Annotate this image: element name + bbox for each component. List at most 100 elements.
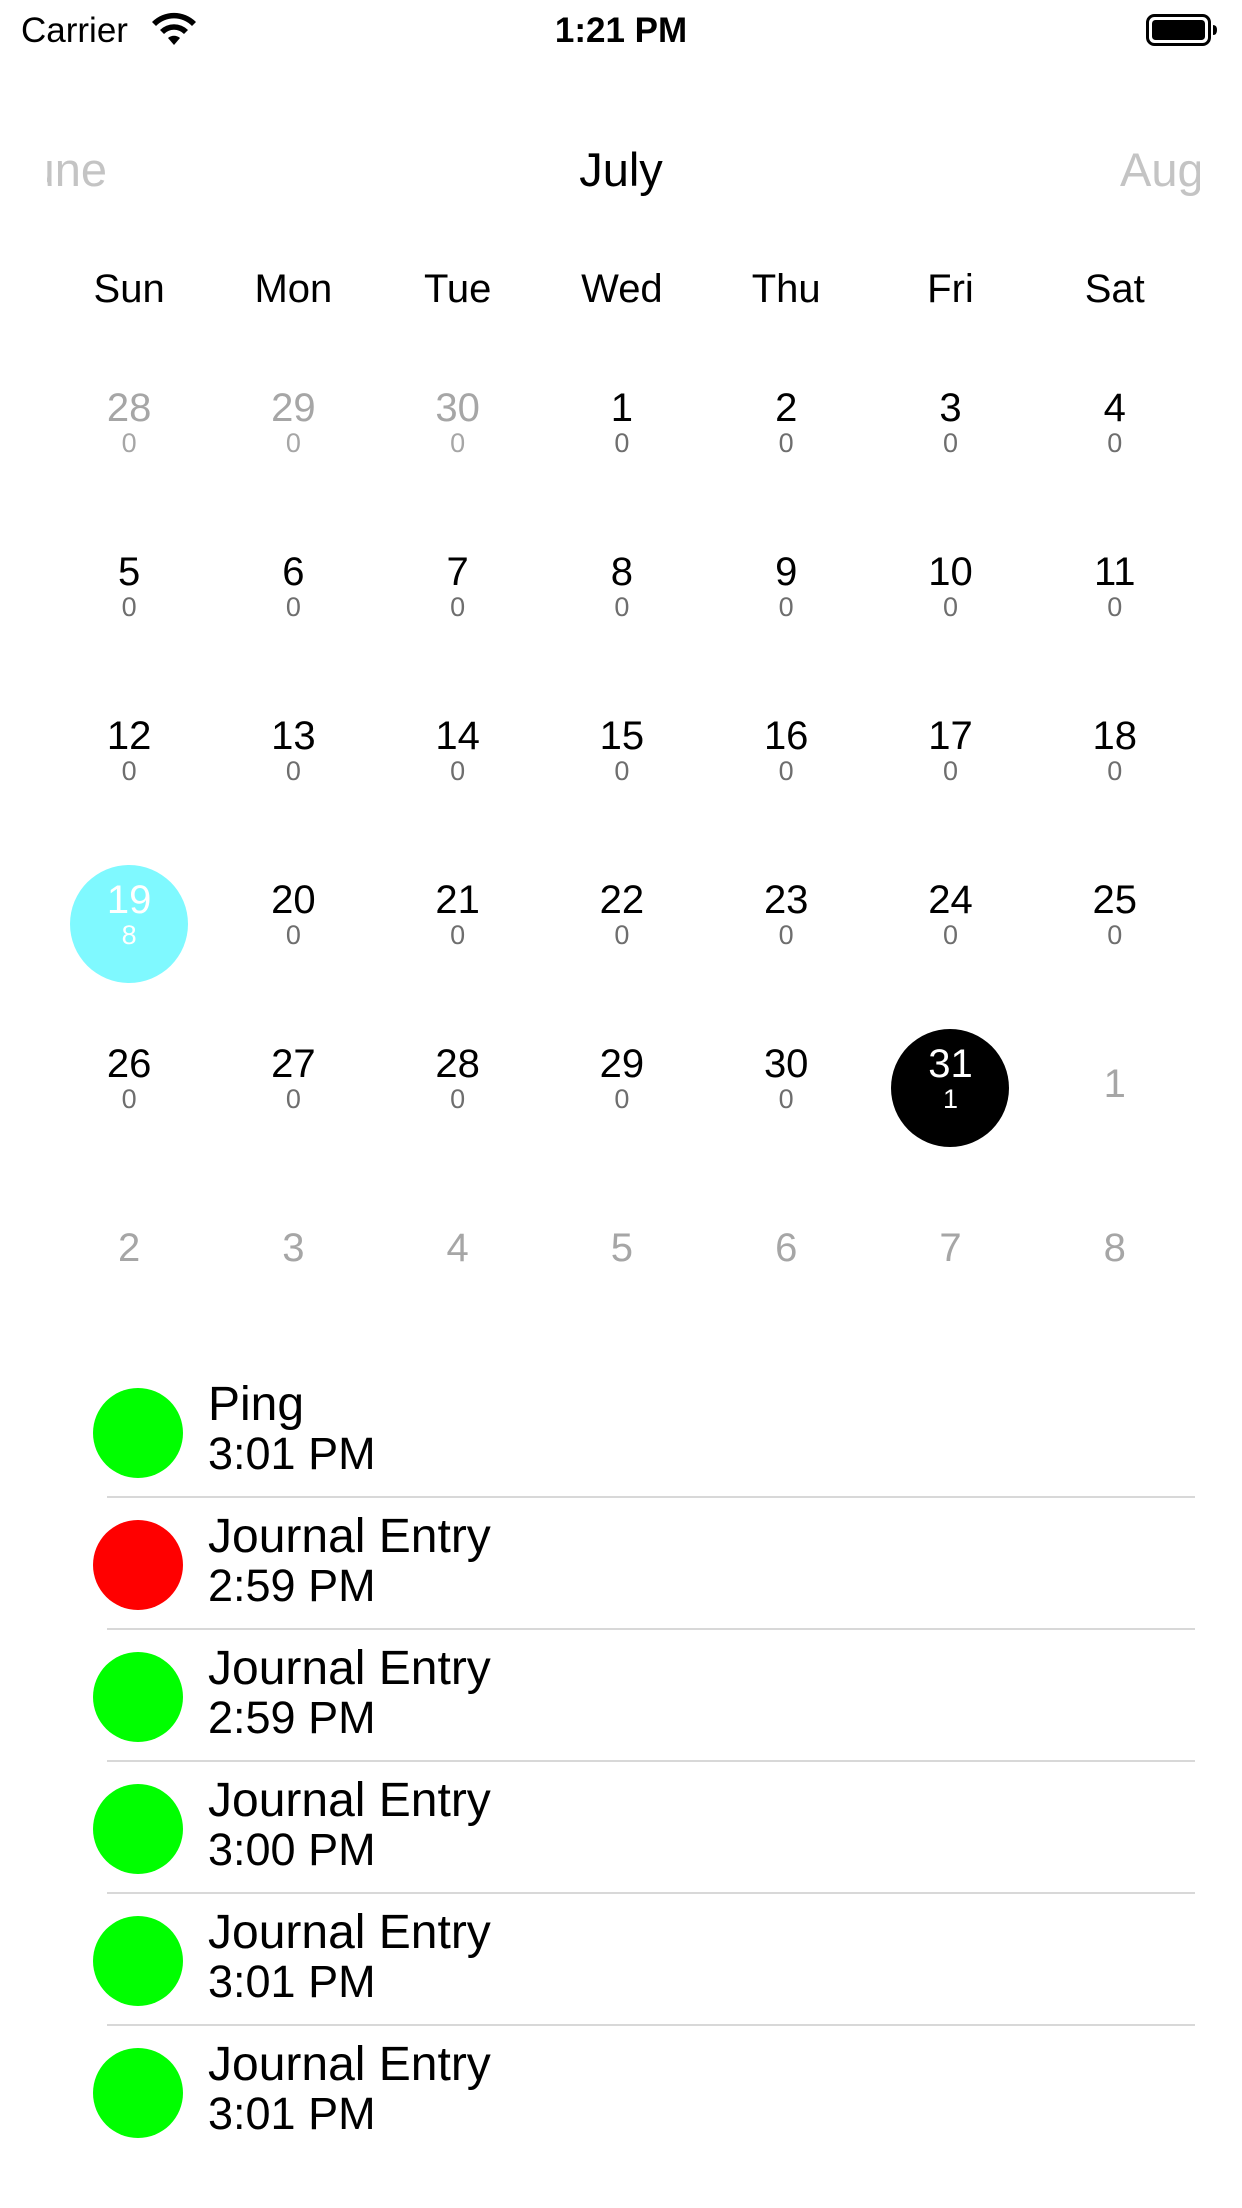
day-entry-count: 0 <box>121 1084 137 1114</box>
calendar-week: 19 8 20 0 21 0 22 0 23 0 24 0 25 0 <box>47 842 1197 1006</box>
status-dot-icon <box>93 1652 183 1742</box>
event-row[interactable]: Journal Entry 3:01 PM <box>0 2026 1242 2150</box>
day-entry-count: 0 <box>614 920 630 950</box>
calendar-day[interactable]: 50 <box>47 514 211 678</box>
calendar-day[interactable]: 11 0 <box>1033 514 1197 678</box>
calendar-day[interactable]: 29 0 <box>211 350 375 514</box>
calendar-day-selected[interactable]: 31 1 <box>868 1006 1032 1170</box>
day-number: 10 <box>928 550 973 594</box>
next-month-label[interactable]: August <box>1120 140 1200 200</box>
calendar-day[interactable]: 5 <box>540 1170 704 1334</box>
day-number: 1 <box>610 386 634 430</box>
battery-icon <box>1146 14 1217 46</box>
day-number: 6 <box>282 550 305 594</box>
event-row[interactable]: Journal Entry 2:59 PM <box>0 1498 1242 1630</box>
calendar-day[interactable]: 2 <box>47 1170 211 1334</box>
event-row[interactable]: Ping 3:01 PM <box>0 1366 1242 1498</box>
calendar-day[interactable]: 4 <box>376 1170 540 1334</box>
day-number: 12 <box>106 714 152 758</box>
calendar-day[interactable]: 21 0 <box>376 842 540 1006</box>
status-dot-icon <box>93 1520 183 1610</box>
day-entry-count: 0 <box>614 592 630 622</box>
calendar-day[interactable]: 7 <box>868 1170 1032 1334</box>
event-title: Journal Entry <box>208 2038 491 2091</box>
calendar-week: 12 0 13 0 14 0 15 0 16 0 17 0 18 0 <box>47 678 1197 842</box>
day-entry-count: 0 <box>285 428 301 458</box>
day-number: 3 <box>282 1226 305 1270</box>
day-number: 2 <box>118 1226 141 1270</box>
day-number: 30 <box>435 386 480 430</box>
calendar-day[interactable]: 24 0 <box>868 842 1032 1006</box>
day-entry-count: 0 <box>614 428 630 458</box>
weekday-tue: Tue <box>423 267 492 311</box>
day-entry-count: 0 <box>778 428 794 458</box>
day-number: 27 <box>271 1042 316 1086</box>
calendar-day[interactable]: 12 0 <box>47 678 211 842</box>
calendar-day-selected[interactable]: 19 8 <box>47 842 211 1006</box>
status-dot-icon <box>93 2048 183 2138</box>
day-number: 28 <box>106 386 152 430</box>
day-entry-count: 0 <box>778 920 794 950</box>
day-entry-count: 0 <box>942 756 958 786</box>
calendar-day[interactable]: 15 0 <box>540 678 704 842</box>
calendar-day[interactable]: 14 0 <box>376 678 540 842</box>
calendar-day[interactable]: 26 0 <box>47 1006 211 1170</box>
event-title: Journal Entry <box>208 1774 491 1827</box>
calendar-day[interactable]: 6 <box>704 1170 868 1334</box>
calendar-day[interactable]: 27 0 <box>211 1006 375 1170</box>
calendar-day[interactable]: 28 0 <box>47 350 211 514</box>
calendar-day[interactable]: 1 <box>1033 1006 1197 1170</box>
day-number: 9 <box>775 550 798 594</box>
day-number: 22 <box>599 878 645 922</box>
day-number: 19 <box>106 878 152 922</box>
day-entry-count: 0 <box>942 592 958 622</box>
calendar-day[interactable]: 10 0 <box>868 514 1032 678</box>
calendar-day[interactable]: 23 0 <box>704 842 868 1006</box>
calendar-day[interactable]: 20 0 <box>211 842 375 1006</box>
calendar-day[interactable]: 17 0 <box>868 678 1032 842</box>
event-row[interactable]: Journal Entry 2:59 PM <box>0 1630 1242 1762</box>
calendar-day[interactable]: 40 <box>1033 350 1197 514</box>
event-time: 2:59 PM <box>208 1560 376 1611</box>
calendar-day[interactable]: 28 0 <box>376 1006 540 1170</box>
calendar-day[interactable]: 60 <box>211 514 375 678</box>
calendar-day[interactable]: 8 <box>1033 1170 1197 1334</box>
event-row[interactable]: Journal Entry 3:01 PM <box>0 1894 1242 2026</box>
calendar-day[interactable]: 29 0 <box>540 1006 704 1170</box>
day-entry-count: 0 <box>1107 920 1123 950</box>
day-entry-count: 0 <box>450 756 466 786</box>
weekday-fri: Fri <box>927 267 974 311</box>
calendar-day[interactable]: 90 <box>704 514 868 678</box>
day-entry-count: 8 <box>121 920 137 950</box>
day-number: 31 <box>928 1042 973 1086</box>
status-dot-icon <box>93 1784 183 1874</box>
day-number: 11 <box>1093 550 1136 594</box>
calendar-day[interactable]: 3 <box>211 1170 375 1334</box>
calendar-day[interactable]: 30 <box>868 350 1032 514</box>
current-month-label: July <box>579 143 663 196</box>
calendar-day[interactable]: 13 0 <box>211 678 375 842</box>
event-row[interactable]: Journal Entry 3:00 PM <box>0 1762 1242 1894</box>
calendar-day[interactable]: 80 <box>540 514 704 678</box>
day-number: 6 <box>775 1226 798 1270</box>
calendar-day[interactable]: 70 <box>376 514 540 678</box>
calendar-day[interactable]: 25 0 <box>1033 842 1197 1006</box>
day-number: 8 <box>1103 1226 1126 1270</box>
day-number: 7 <box>939 1226 962 1270</box>
calendar-week: 28 0 29 0 30 0 1 0 2 0 3 0 4 0 <box>47 350 1197 514</box>
day-entry-count: 0 <box>285 920 301 950</box>
calendar-day[interactable]: 10 <box>540 350 704 514</box>
calendar-day[interactable]: 20 <box>704 350 868 514</box>
event-list[interactable]: Ping 3:01 PM Journal Entry 2:59 PM Journal E… <box>0 1366 1242 2150</box>
day-entry-count: 0 <box>1107 756 1123 786</box>
calendar-day[interactable]: 22 0 <box>540 842 704 1006</box>
calendar-day[interactable]: 18 0 <box>1033 678 1197 842</box>
day-entry-count: 0 <box>285 592 301 622</box>
event-time: 3:01 PM <box>208 1428 376 1479</box>
day-number: 16 <box>763 714 809 758</box>
status-dot-icon <box>93 1916 183 2006</box>
calendar-day[interactable]: 30 0 <box>704 1006 868 1170</box>
calendar-day[interactable]: 16 0 <box>704 678 868 842</box>
calendar-day[interactable]: 30 0 <box>376 350 540 514</box>
calendar-week: 5 0 6 0 7 0 8 0 9 0 10 0 11 0 <box>47 514 1197 678</box>
